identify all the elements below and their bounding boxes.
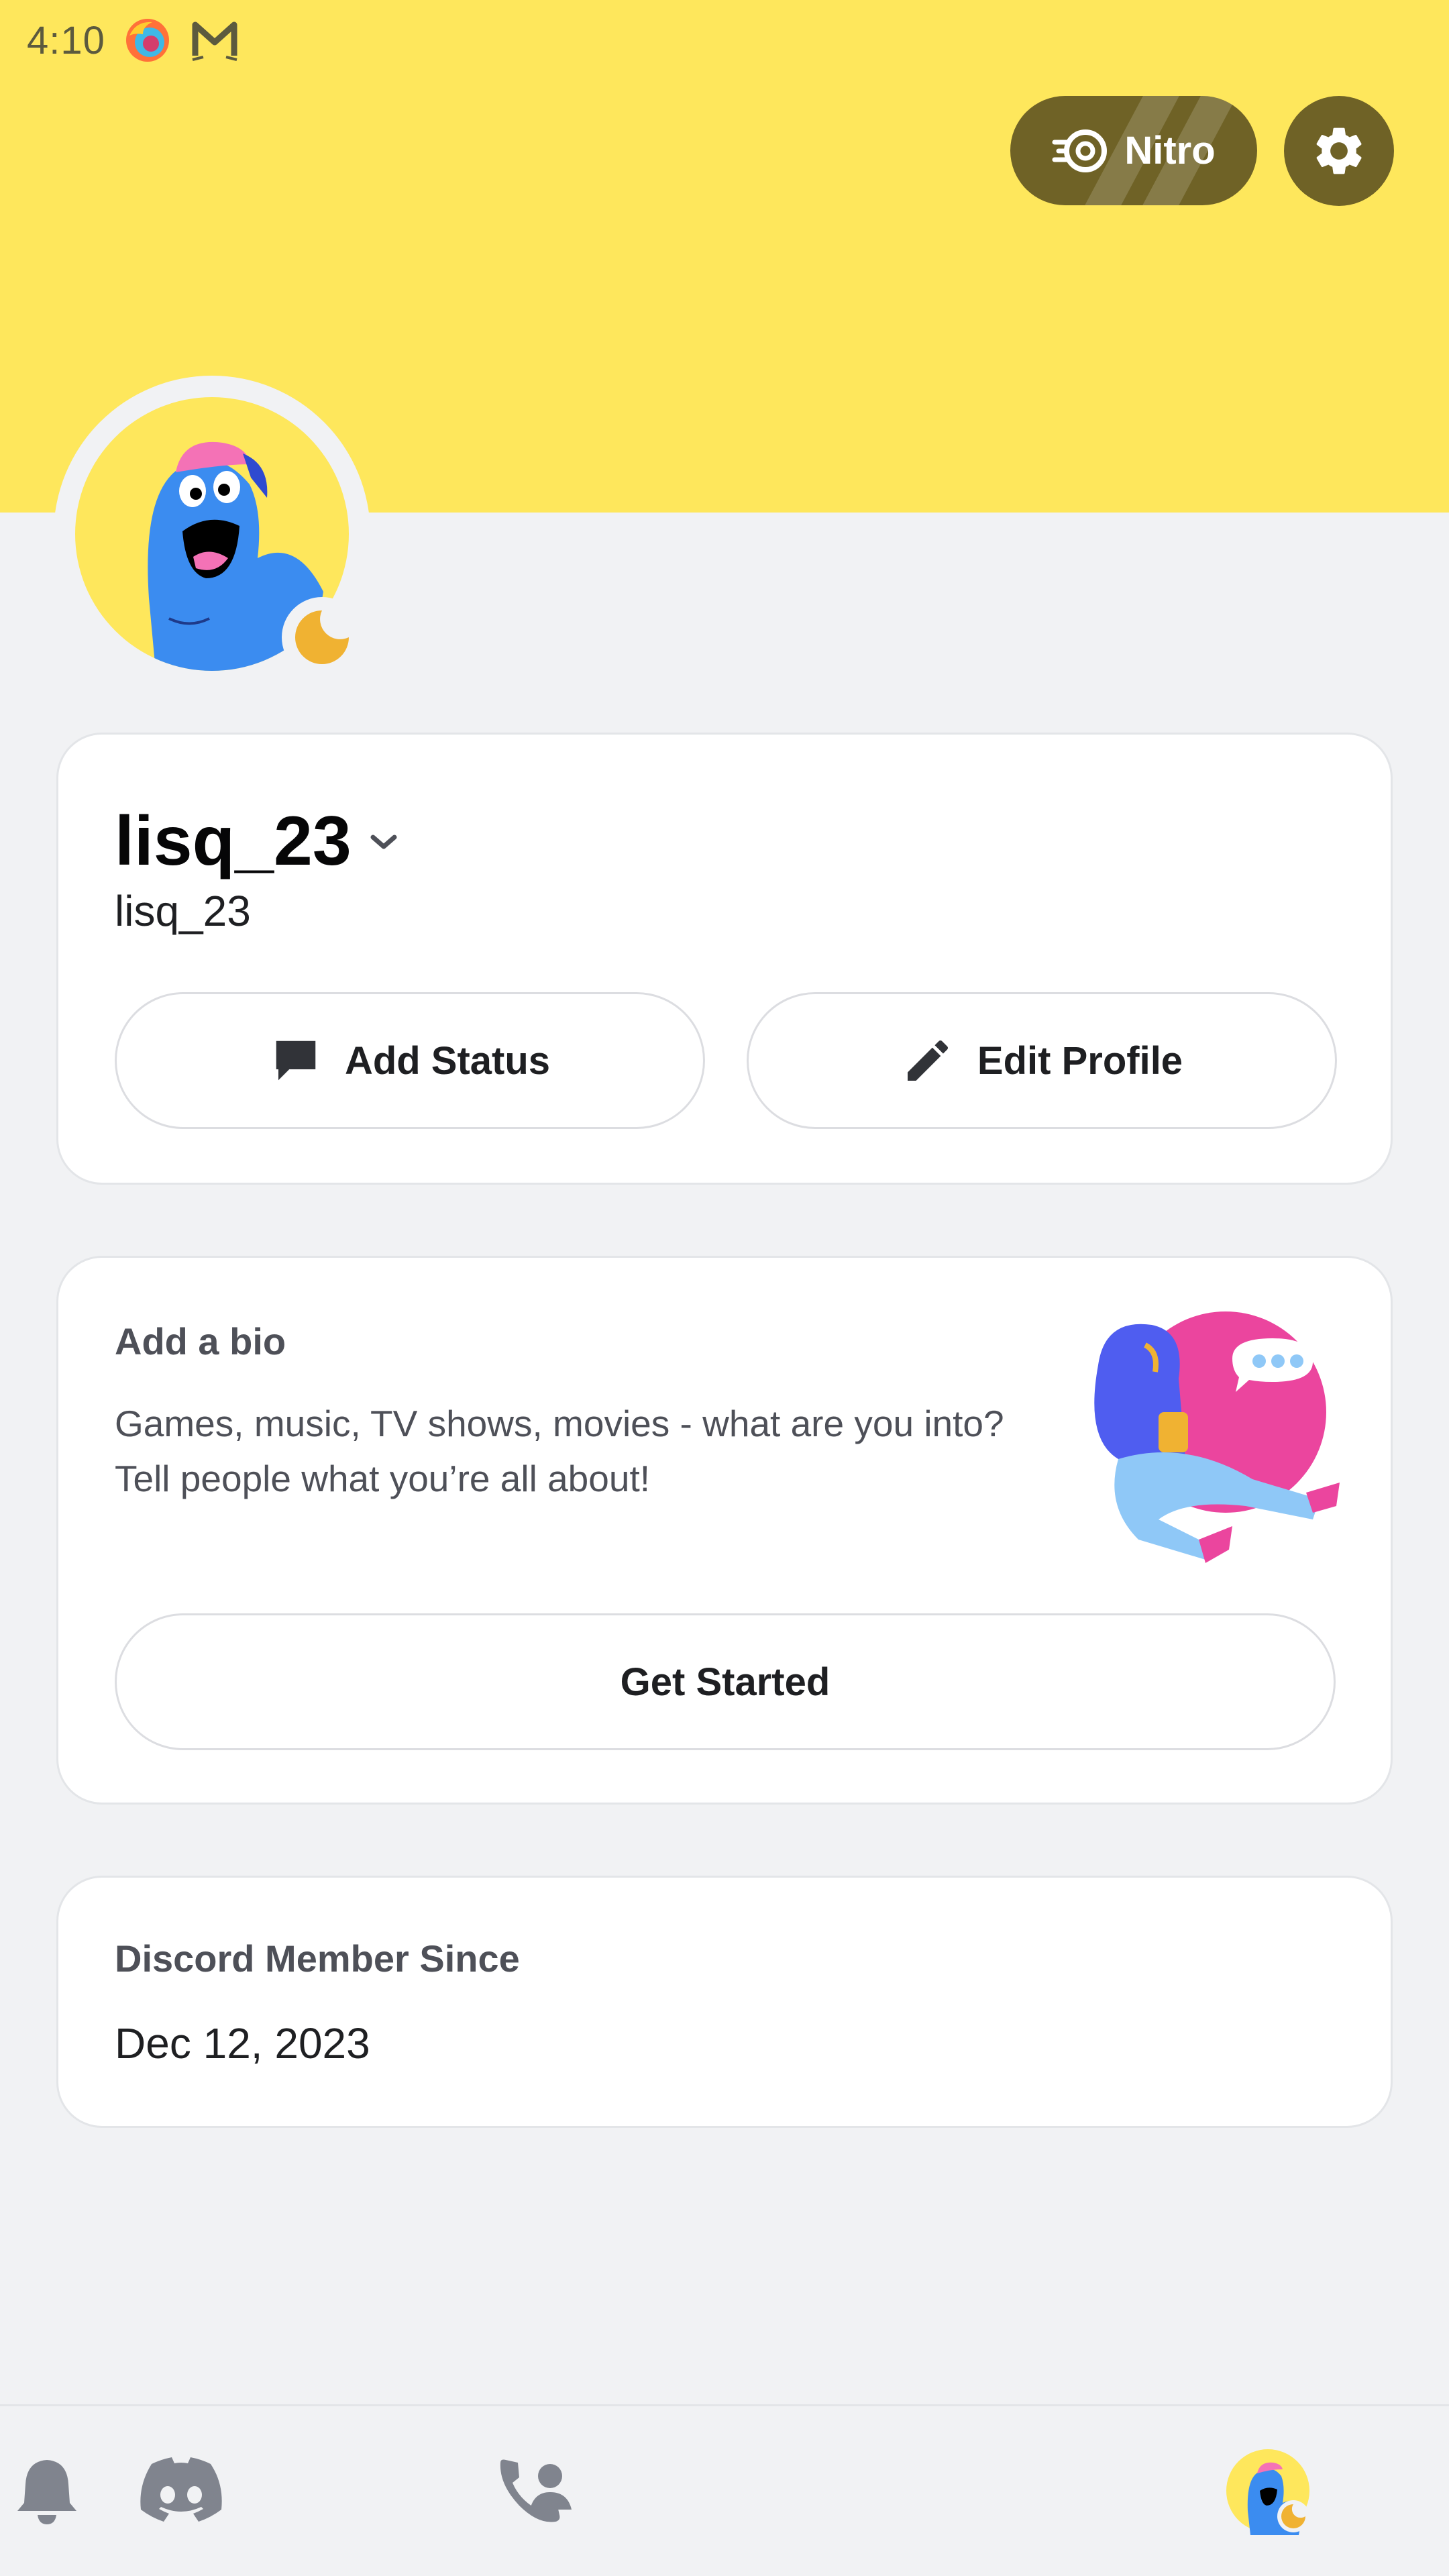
username: lisq_23 — [115, 887, 251, 935]
chevron-down-icon — [370, 835, 397, 849]
gmail-cat-icon — [192, 21, 237, 61]
display-name-row[interactable]: lisq_23 — [115, 802, 400, 881]
member-since-card: Discord Member Since Dec 12, 2023 — [56, 1876, 1393, 2128]
nav-notifications[interactable] — [0, 2444, 94, 2538]
pencil-icon — [907, 1040, 948, 1081]
add-status-label: Add Status — [344, 1038, 551, 1083]
edit-profile-button[interactable]: Edit Profile — [747, 992, 1337, 1129]
get-started-button[interactable]: Get Started — [115, 1613, 1336, 1750]
profile-avatar — [1226, 2449, 1309, 2535]
status-time: 4:10 — [27, 18, 105, 62]
bio-title: Add a bio — [115, 1320, 286, 1362]
profile-card: lisq_23 lisq_23 Add Status Edit Profile — [56, 733, 1393, 1185]
member-since-date: Dec 12, 2023 — [115, 2019, 370, 2068]
discord-home-icon — [140, 2457, 222, 2522]
settings-button[interactable] — [1284, 96, 1394, 206]
profile-avatar[interactable] — [54, 376, 370, 692]
nitro-icon — [1052, 129, 1108, 172]
status-bar: 4:10 — [27, 13, 239, 67]
bio-description: Games, music, TV shows, movies - what ar… — [115, 1403, 1004, 1499]
nav-friends[interactable] — [490, 2444, 584, 2538]
member-since-label: Discord Member Since — [115, 1937, 520, 1980]
friends-icon — [500, 2459, 572, 2522]
moon-icon — [295, 610, 349, 664]
add-status-button[interactable]: Add Status — [115, 992, 705, 1129]
nitro-button[interactable]: Nitro — [1010, 96, 1257, 205]
nav-home[interactable] — [134, 2444, 228, 2538]
profile-avatar-nav[interactable] — [1221, 2444, 1315, 2538]
idle-status-indicator — [282, 597, 362, 678]
bio-illustration — [1094, 1311, 1340, 1563]
bottom-navigation — [0, 2404, 1449, 2576]
notifications-icon — [17, 2460, 76, 2524]
firefox-icon — [125, 19, 169, 62]
nitro-label: Nitro — [1124, 129, 1216, 172]
chat-bubble-icon — [276, 1040, 316, 1081]
display-name: lisq_23 — [115, 802, 352, 880]
bio-card: Add a bio Games, music, TV shows, movies… — [56, 1256, 1393, 1805]
gear-icon — [1316, 127, 1362, 174]
edit-profile-label: Edit Profile — [977, 1038, 1183, 1083]
